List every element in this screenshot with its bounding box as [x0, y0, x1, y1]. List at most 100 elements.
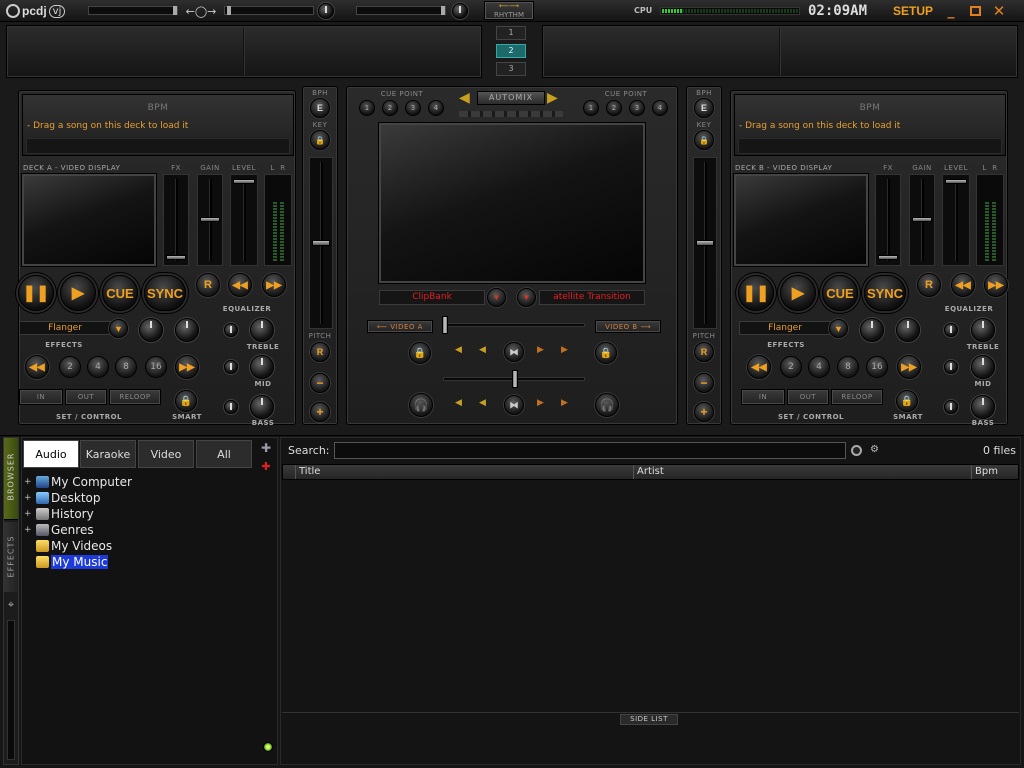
- video-cut-button[interactable]: ⧓: [504, 342, 524, 362]
- tab-karaoke[interactable]: Karaoke: [80, 440, 136, 468]
- tree-item-my-music[interactable]: My Music: [36, 554, 109, 569]
- tree-item-my-videos[interactable]: My Videos: [36, 538, 112, 553]
- deck-b-gain-slider[interactable]: [909, 174, 935, 266]
- deck-a-bass-kill[interactable]: [224, 400, 238, 414]
- deck-b-bass-knob[interactable]: [971, 395, 995, 419]
- deck-b-effect-select[interactable]: Flanger: [739, 321, 831, 335]
- expand-icon[interactable]: +: [24, 477, 32, 487]
- deck-a-loop-back-button[interactable]: ◀◀: [25, 355, 49, 379]
- deck-a-out-button[interactable]: OUT: [65, 389, 107, 405]
- browser-side-tab[interactable]: BROWSER: [4, 438, 18, 520]
- automix-button[interactable]: AUTOMIX: [477, 91, 545, 105]
- cue-point-left-1[interactable]: 1: [359, 100, 375, 116]
- audio-a-back-icon[interactable]: ◀: [479, 398, 486, 408]
- expand-icon[interactable]: +: [24, 493, 32, 503]
- deck-b-level-slider[interactable]: [942, 174, 970, 266]
- monitor-tab-2[interactable]: 2: [496, 44, 526, 58]
- deck-a-loop-forward-button[interactable]: ▶▶: [175, 355, 199, 379]
- search-input[interactable]: [334, 442, 846, 459]
- tab-all[interactable]: All: [196, 440, 252, 468]
- deck-b-reloop-button[interactable]: RELOOP: [831, 389, 883, 405]
- deck-b-treble-knob[interactable]: [971, 318, 995, 342]
- deck-a-gain-slider[interactable]: [197, 174, 223, 266]
- tree-item-my-computer[interactable]: My Computer: [36, 474, 132, 489]
- maximize-icon[interactable]: [966, 3, 984, 19]
- audio-b-forward-icon[interactable]: ▶: [537, 398, 544, 408]
- file-list-body[interactable]: [282, 481, 1019, 711]
- deck-a-smart-button[interactable]: 🔒: [175, 390, 197, 412]
- deck-b-loop-forward-button[interactable]: ▶▶: [897, 355, 921, 379]
- deck-a-loop-8[interactable]: 8: [115, 356, 137, 378]
- deck-b-loop-4[interactable]: 4: [808, 356, 830, 378]
- pitch-right-minus-button[interactable]: −: [694, 373, 714, 393]
- column-header-artist[interactable]: Artist: [633, 465, 971, 479]
- tab-audio[interactable]: Audio: [23, 440, 79, 468]
- deck-b-loop-8[interactable]: 8: [837, 356, 859, 378]
- video-b-lock-button[interactable]: 🔒: [595, 342, 617, 364]
- crossfade-headphone-icon[interactable]: ←◯→: [182, 2, 220, 20]
- deck-a-reloop-button[interactable]: RELOOP: [109, 389, 161, 405]
- side-list-tab[interactable]: SIDE LIST: [620, 714, 678, 725]
- deck-b-sync-button[interactable]: SYNC: [864, 275, 906, 311]
- column-header-bpm[interactable]: Bpm: [971, 465, 1019, 479]
- video-a-rewind-icon[interactable]: ◀: [455, 345, 462, 355]
- deck-b-rewind-button[interactable]: ◀◀: [951, 273, 975, 297]
- deck-b-effect-knob-1[interactable]: [860, 318, 884, 342]
- pitch-left-slider[interactable]: [309, 157, 333, 329]
- audio-b-fastforward-icon[interactable]: ▶: [561, 398, 568, 408]
- tree-item-history[interactable]: History: [36, 506, 94, 521]
- deck-a-fx-slider[interactable]: [163, 174, 189, 266]
- deck-b-cue-button[interactable]: CUE: [822, 275, 858, 311]
- deck-b-smart-button[interactable]: 🔒: [896, 390, 918, 412]
- cue-point-right-1[interactable]: 1: [583, 100, 599, 116]
- deck-b-fx-slider[interactable]: [875, 174, 901, 266]
- deck-b-headphone-button[interactable]: 🎧: [595, 393, 619, 417]
- deck-a-mid-knob[interactable]: [250, 355, 274, 379]
- monitor-tab-1[interactable]: 1: [496, 26, 526, 40]
- deck-b-mid-knob[interactable]: [971, 355, 995, 379]
- tab-video[interactable]: Video: [138, 440, 194, 468]
- deck-a-effect-select[interactable]: Flanger: [19, 321, 111, 335]
- cue-point-left-3[interactable]: 3: [405, 100, 421, 116]
- transition-dropdown-button[interactable]: ▼: [517, 288, 536, 307]
- cue-point-right-4[interactable]: 4: [652, 100, 668, 116]
- audio-crossfader[interactable]: [443, 370, 585, 388]
- deck-b-loop-back-button[interactable]: ◀◀: [747, 355, 771, 379]
- pitch-left-r-button[interactable]: R: [310, 342, 330, 362]
- deck-b-loop-2[interactable]: 2: [780, 356, 802, 378]
- cue-point-right-3[interactable]: 3: [629, 100, 645, 116]
- headphone-volume-slider[interactable]: [224, 6, 314, 15]
- deck-a-loop-2[interactable]: 2: [59, 356, 81, 378]
- setup-button[interactable]: SETUP: [888, 2, 938, 20]
- audio-cut-button[interactable]: ⧓: [504, 395, 524, 415]
- deck-b-out-button[interactable]: OUT: [787, 389, 829, 405]
- deck-a-loop-4[interactable]: 4: [87, 356, 109, 378]
- pitch-right-plus-button[interactable]: +: [694, 402, 714, 422]
- pitch-left-plus-button[interactable]: +: [310, 402, 330, 422]
- deck-b-effect-dropdown-button[interactable]: ▼: [829, 319, 848, 338]
- pitch-right-r-button[interactable]: R: [694, 342, 714, 362]
- cue-point-left-4[interactable]: 4: [428, 100, 444, 116]
- effects-side-tab[interactable]: EFFECTS: [4, 522, 18, 592]
- close-icon[interactable]: ✕: [990, 2, 1008, 20]
- automix-left-arrow-icon[interactable]: ◀: [459, 90, 470, 106]
- deck-a-effect-knob-2[interactable]: [175, 318, 199, 342]
- video-a-button[interactable]: ⟵ VIDEO A: [367, 320, 433, 333]
- deck-a-in-button[interactable]: IN: [19, 389, 63, 405]
- expand-icon[interactable]: +: [24, 509, 32, 519]
- deck-b-pause-button[interactable]: ❚❚: [738, 275, 774, 311]
- deck-a-bass-knob[interactable]: [250, 395, 274, 419]
- side-volume-slider[interactable]: [7, 620, 15, 760]
- deck-a-rewind-button[interactable]: ◀◀: [228, 273, 252, 297]
- cue-point-right-2[interactable]: 2: [606, 100, 622, 116]
- tree-item-genres[interactable]: Genres: [36, 522, 94, 537]
- clipbank-select[interactable]: ClipBank: [379, 290, 485, 305]
- monitor-tab-3[interactable]: 3: [496, 62, 526, 76]
- deck-a-mid-kill[interactable]: [224, 360, 238, 374]
- master-volume-slider[interactable]: [88, 6, 178, 15]
- search-settings-icon[interactable]: ⚙: [870, 444, 882, 456]
- deck-a-treble-knob[interactable]: [250, 318, 274, 342]
- audio-a-rewind-icon[interactable]: ◀: [455, 398, 462, 408]
- video-b-fastforward-icon[interactable]: ▶: [561, 345, 568, 355]
- deck-a-pause-button[interactable]: ❚❚: [18, 275, 54, 311]
